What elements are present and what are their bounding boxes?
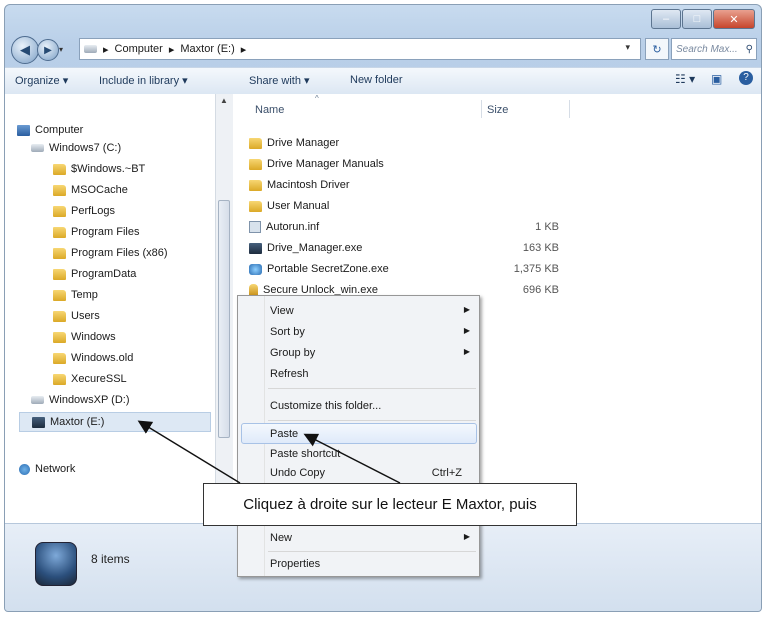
- annotation-arrows: [137, 420, 401, 484]
- arrow-to-paste: [303, 433, 401, 484]
- arrow-to-maxtor: [137, 420, 241, 484]
